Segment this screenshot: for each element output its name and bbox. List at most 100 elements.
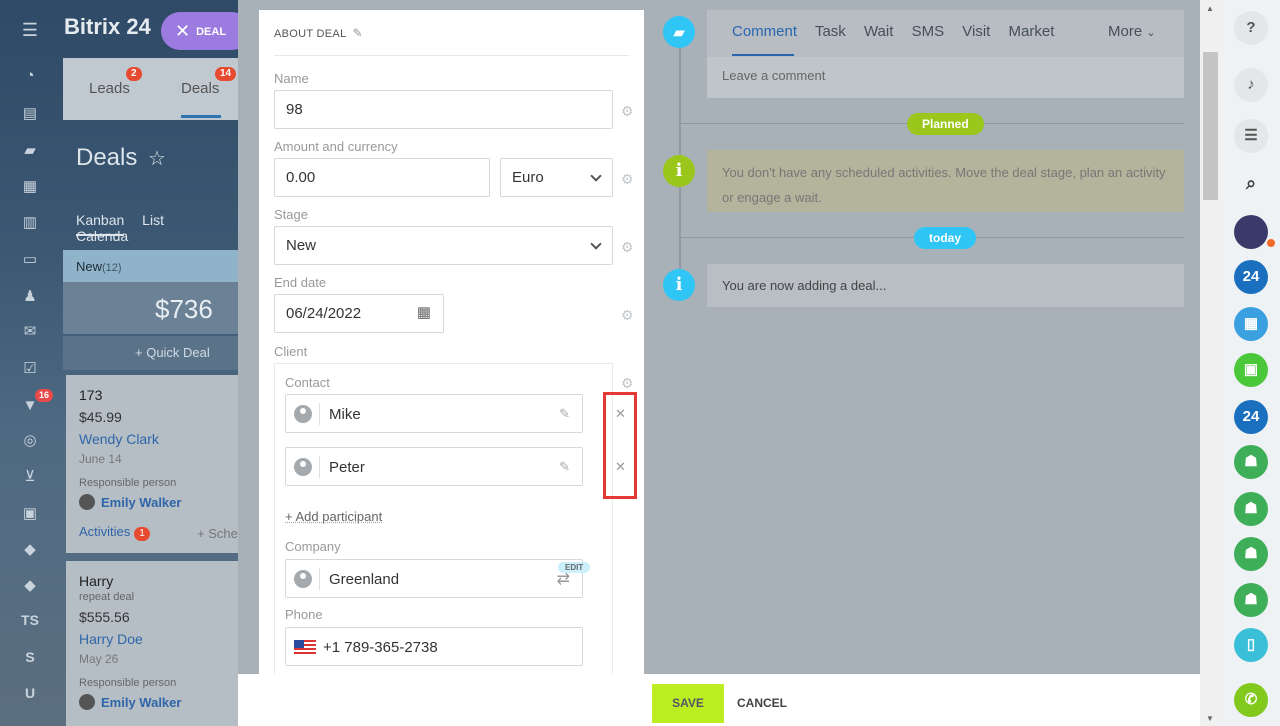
employees-icon[interactable]: ♟ xyxy=(20,287,40,307)
cart-icon[interactable]: ⊻ xyxy=(20,467,40,487)
tab-leads[interactable]: Leads xyxy=(89,80,130,97)
call-icon[interactable]: ✆ xyxy=(1234,683,1268,717)
calendar-icon[interactable]: ▦ xyxy=(20,177,40,197)
card-activities[interactable]: Activities xyxy=(79,524,130,539)
checklist-icon[interactable]: ☑ xyxy=(20,359,40,379)
deal-card[interactable]: 173 $45.99 Wendy Clark June 14 Responsib… xyxy=(66,375,238,553)
deal-form: ABOUT DEAL ✎ Name 98 ⚙ Amount and currenc… xyxy=(259,10,644,674)
documents-icon[interactable]: ▥ xyxy=(20,213,40,233)
rail-text-u[interactable]: U xyxy=(18,685,42,701)
pencil-icon[interactable]: ✎ xyxy=(559,459,570,475)
tab-market[interactable]: Market xyxy=(1009,23,1055,40)
rail-text-s[interactable]: S xyxy=(18,649,42,665)
amount-field[interactable]: 0.00 xyxy=(274,158,490,197)
scroll-up-icon[interactable]: ▲ xyxy=(1206,4,1214,13)
name-field[interactable]: 98 xyxy=(274,90,613,129)
close-icon[interactable]: ✕ xyxy=(175,21,190,41)
tab-sms[interactable]: SMS xyxy=(912,23,945,40)
us-flag-icon[interactable] xyxy=(294,640,316,654)
phone-field[interactable]: +1 789-365-2738 xyxy=(285,627,583,666)
gear-icon[interactable]: ⚙ xyxy=(621,104,635,118)
tab-comment[interactable]: Comment xyxy=(732,23,797,40)
edit-badge[interactable]: EDIT xyxy=(558,562,591,573)
phone-number[interactable]: +1 789-365-2738 xyxy=(323,639,438,656)
view-calendar[interactable]: Calenda xyxy=(76,228,128,244)
gear-icon[interactable]: ⚙ xyxy=(621,376,635,390)
user-icon xyxy=(294,458,312,476)
search-icon[interactable]: ⌕ xyxy=(1234,166,1268,200)
chat-icon[interactable]: ▰ xyxy=(20,141,40,161)
gear-icon[interactable]: ⚙ xyxy=(621,240,635,254)
group-icon[interactable]: ☗ xyxy=(1234,537,1268,571)
card-user[interactable]: Emily Walker xyxy=(101,495,181,510)
feed-icon[interactable]: ◔ xyxy=(20,66,40,86)
deal-card[interactable]: Harry repeat deal $555.56 Harry Doe May … xyxy=(66,561,238,726)
cancel-button[interactable]: CANCEL xyxy=(737,696,787,710)
today-pill: today xyxy=(914,227,977,249)
phone-device-icon[interactable]: ▯ xyxy=(1234,628,1268,662)
save-button[interactable]: SAVE xyxy=(652,684,724,723)
gear-icon[interactable]: ⚙ xyxy=(621,172,635,186)
timeline-tabs: Comment Task Wait SMS Visit Market xyxy=(732,23,1068,40)
group-icon[interactable]: ☗ xyxy=(1234,445,1268,479)
b24-icon[interactable]: 24 xyxy=(1234,260,1268,294)
currency-select[interactable]: Euro xyxy=(500,158,613,197)
view-list[interactable]: List xyxy=(142,212,164,228)
target-icon[interactable]: ◎ xyxy=(20,431,40,451)
scroll-down-icon[interactable]: ▼ xyxy=(1206,714,1214,723)
stage-select[interactable]: New xyxy=(274,226,613,265)
contact-card-icon[interactable]: ▣ xyxy=(20,504,40,524)
contact-name[interactable]: Peter xyxy=(329,459,365,476)
contact-field[interactable]: Mike ✎ xyxy=(285,394,583,433)
column-count: (12) xyxy=(102,262,122,274)
tab-visit[interactable]: Visit xyxy=(962,23,990,40)
company-name[interactable]: Greenland xyxy=(329,571,399,588)
company-field[interactable]: Greenland ⇄ xyxy=(285,559,583,598)
menu-icon[interactable]: ☰ xyxy=(20,20,40,40)
more-button[interactable]: More ⌄ xyxy=(1108,23,1156,40)
help-icon[interactable]: ? xyxy=(1234,11,1268,45)
group-icon[interactable]: ☗ xyxy=(1234,492,1268,526)
calendar-icon[interactable]: ▦ xyxy=(417,304,431,321)
gear-icon[interactable]: ⚙ xyxy=(621,308,635,322)
card-title[interactable]: Harry xyxy=(79,573,238,589)
comment-input[interactable]: Leave a comment xyxy=(707,57,1184,98)
card-contact[interactable]: Wendy Clark xyxy=(79,431,238,447)
leads-badge: 2 xyxy=(126,67,142,81)
tab-wait[interactable]: Wait xyxy=(864,23,893,40)
box2-icon[interactable]: ◆ xyxy=(20,576,40,596)
avatar[interactable] xyxy=(1234,215,1268,249)
card-title[interactable]: 173 xyxy=(79,387,238,403)
phone-label: Phone xyxy=(285,607,323,622)
calendar-icon[interactable]: ▦ xyxy=(1234,307,1268,341)
card-subtitle: repeat deal xyxy=(79,591,135,603)
b24-icon[interactable]: 24 xyxy=(1234,400,1268,434)
star-icon[interactable]: ☆ xyxy=(148,148,166,170)
card-sum: $555.56 xyxy=(79,609,130,625)
add-participant-link[interactable]: + Add participant xyxy=(285,509,382,524)
contact-field[interactable]: Peter ✎ xyxy=(285,447,583,486)
tab-deals[interactable]: Deals xyxy=(181,80,219,97)
drive-icon[interactable]: ▭ xyxy=(20,250,40,270)
card-user[interactable]: Emily Walker xyxy=(101,695,181,710)
quick-deal-button[interactable]: + Quick Deal xyxy=(63,336,238,370)
bell-icon[interactable]: ♪ xyxy=(1234,68,1268,102)
card-contact[interactable]: Harry Doe xyxy=(79,631,238,647)
group-icon[interactable]: ☗ xyxy=(1234,583,1268,617)
chat-icon[interactable]: ☰ xyxy=(1234,119,1268,153)
scrollbar-thumb[interactable] xyxy=(1203,52,1218,200)
pencil-icon[interactable]: ✎ xyxy=(353,26,363,40)
enddate-field[interactable]: 06/24/2022 ▦ xyxy=(274,294,444,333)
tasks-icon[interactable]: ▤ xyxy=(20,104,40,124)
pencil-icon[interactable]: ✎ xyxy=(559,406,570,422)
box-icon[interactable]: ◆ xyxy=(20,540,40,560)
lock-icon[interactable]: ▣ xyxy=(1234,353,1268,387)
card-schedule[interactable]: + Sche xyxy=(197,526,238,541)
scrollbar[interactable]: ▲ ▼ xyxy=(1200,0,1221,726)
now-adding-message: You are now adding a deal... xyxy=(707,264,1184,307)
rail-text-ts[interactable]: TS xyxy=(18,612,42,628)
contact-name[interactable]: Mike xyxy=(329,406,361,423)
mail-icon[interactable]: ✉ xyxy=(20,322,40,342)
amount-label: Amount and currency xyxy=(274,139,398,154)
tab-task[interactable]: Task xyxy=(815,23,846,40)
